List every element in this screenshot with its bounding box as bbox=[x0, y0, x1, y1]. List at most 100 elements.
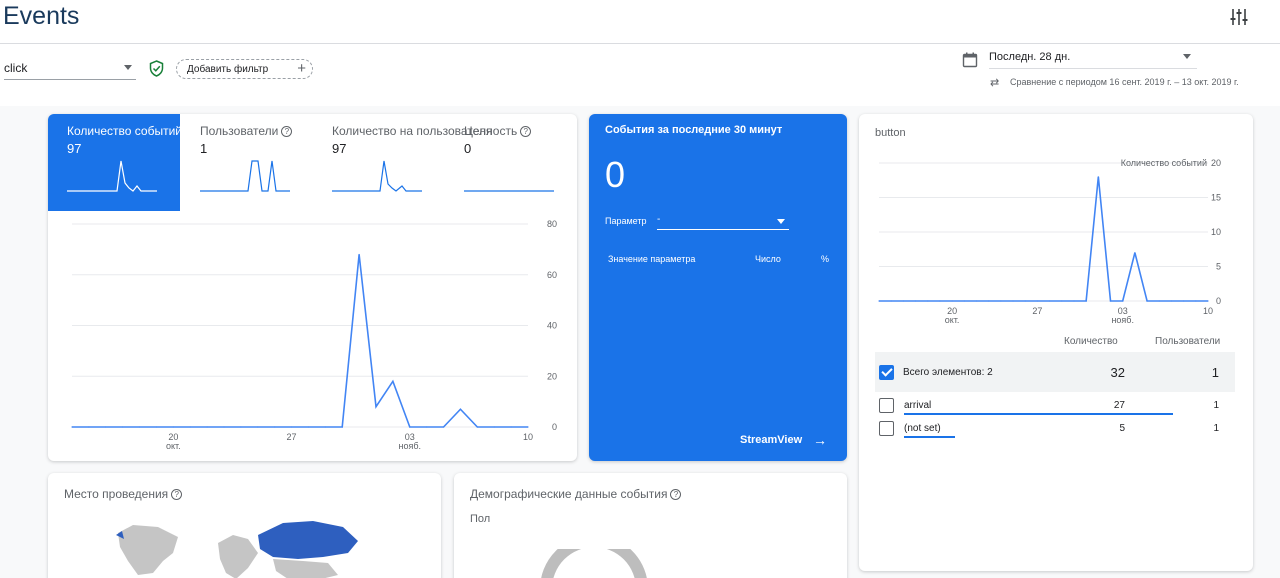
data-point bbox=[890, 300, 892, 302]
tune-icon[interactable] bbox=[1230, 8, 1248, 26]
realtime-col-pct: % bbox=[821, 254, 830, 264]
data-point bbox=[1036, 300, 1039, 302]
compare-arrows-icon: ⇄ bbox=[990, 77, 1000, 89]
tab-users[interactable]: Пользователи? 1 bbox=[181, 114, 313, 211]
chevron-down-icon bbox=[777, 219, 785, 224]
help-icon[interactable]: ? bbox=[670, 489, 682, 500]
x-tick-month-label: окт. bbox=[166, 441, 181, 451]
data-point bbox=[341, 426, 343, 428]
shield-check-icon[interactable] bbox=[149, 60, 164, 77]
data-point bbox=[914, 300, 917, 302]
realtime-col-value: Значение параметра bbox=[608, 254, 696, 264]
x-tick-label: 10 bbox=[1203, 306, 1213, 316]
data-point bbox=[122, 426, 124, 428]
realtime-param-select[interactable]: - bbox=[657, 214, 789, 230]
data-point bbox=[1183, 300, 1185, 302]
data-point bbox=[206, 426, 208, 428]
event-select-value: click bbox=[4, 61, 28, 75]
event-select[interactable]: click bbox=[4, 58, 136, 80]
demographics-title: Демографические данные события? bbox=[470, 487, 682, 501]
metric-label: Количество событий bbox=[67, 124, 180, 138]
calendar-icon[interactable] bbox=[962, 52, 978, 68]
realtime-param-label: Параметр bbox=[605, 216, 647, 226]
data-point bbox=[1195, 300, 1197, 302]
y-tick-label: 40 bbox=[547, 321, 557, 331]
y-tick-label: 80 bbox=[547, 219, 557, 229]
data-point bbox=[105, 426, 107, 428]
y-tick-label: 20 bbox=[1211, 158, 1221, 168]
help-icon[interactable]: ? bbox=[171, 489, 183, 500]
app-header: Events bbox=[0, 0, 1280, 44]
data-point bbox=[975, 300, 978, 302]
row-label: arrival bbox=[904, 400, 932, 411]
data-point bbox=[375, 406, 377, 408]
data-point bbox=[1170, 300, 1173, 302]
y-tick-label: 5 bbox=[1216, 262, 1221, 272]
total-checkbox[interactable] bbox=[879, 365, 894, 380]
metric-value: 97 bbox=[332, 141, 347, 156]
world-map bbox=[116, 521, 358, 578]
gender-donut bbox=[541, 549, 647, 578]
data-point bbox=[71, 426, 73, 428]
x-tick-month-label: окт. bbox=[945, 315, 960, 325]
tab-value[interactable]: Ценность? 0 bbox=[445, 114, 577, 211]
col-count-header: Количество bbox=[1064, 336, 1118, 347]
location-title: Место проведения? bbox=[64, 487, 183, 501]
data-point bbox=[88, 426, 90, 428]
sparkline bbox=[332, 160, 422, 192]
total-label: Всего элементов: 2 bbox=[903, 367, 993, 378]
row-checkbox[interactable] bbox=[879, 398, 894, 413]
button-param-card: button 0 5 10 15 20 20 окт. 27 03 нояб. 10 Количест… bbox=[859, 114, 1253, 571]
event-count-chart: 02040608020окт.27 03нояб.10 bbox=[71, 219, 557, 451]
data-point bbox=[493, 426, 495, 428]
sparkline bbox=[67, 160, 157, 192]
sparkline bbox=[464, 190, 554, 192]
y-tick-label: 60 bbox=[547, 270, 557, 280]
demographics-card: Демографические данные события? Пол bbox=[454, 473, 847, 578]
location-card: Место проведения? bbox=[48, 473, 441, 578]
data-point bbox=[1000, 300, 1002, 302]
data-point bbox=[426, 426, 428, 428]
data-point bbox=[927, 300, 929, 302]
tab-event-count[interactable]: Количество событий 97 bbox=[48, 114, 180, 211]
data-point bbox=[138, 426, 141, 428]
demographics-title-text: Демографические данные события bbox=[470, 487, 668, 501]
data-point bbox=[527, 426, 529, 428]
realtime-title: События за последние 30 минут bbox=[605, 124, 783, 136]
data-point bbox=[290, 426, 293, 428]
plus-icon: + bbox=[297, 60, 306, 77]
x-tick-month-label: нояб. bbox=[399, 441, 422, 451]
add-filter-button[interactable]: Добавить фильтр + bbox=[176, 59, 313, 79]
data-point bbox=[459, 408, 462, 410]
data-point bbox=[1085, 300, 1087, 302]
data-point bbox=[358, 253, 360, 256]
data-point bbox=[1012, 300, 1014, 302]
data-point bbox=[1048, 300, 1051, 302]
data-point bbox=[240, 426, 242, 428]
x-tick-label: 27 bbox=[1032, 306, 1042, 316]
chevron-down-icon bbox=[1183, 54, 1191, 59]
data-point bbox=[988, 300, 990, 302]
chevron-down-icon bbox=[124, 65, 132, 70]
data-point bbox=[1097, 176, 1099, 178]
data-point bbox=[223, 426, 225, 428]
tab-count-per-user[interactable]: Количество на пользователя 97 bbox=[313, 114, 492, 211]
metric-value: 0 bbox=[464, 141, 472, 156]
help-icon[interactable]: ? bbox=[520, 126, 532, 137]
arrow-right-icon[interactable]: → bbox=[813, 432, 827, 448]
row-count: 5 bbox=[1119, 423, 1125, 434]
total-users: 1 bbox=[1211, 365, 1219, 380]
streamview-link[interactable]: StreamView bbox=[740, 434, 802, 446]
help-icon[interactable]: ? bbox=[281, 126, 293, 137]
date-range-select[interactable]: Последн. 28 дн. bbox=[989, 49, 1197, 69]
row-checkbox[interactable] bbox=[879, 421, 894, 436]
col-users-header: Пользователи bbox=[1155, 336, 1221, 347]
row-share-bar bbox=[904, 413, 1173, 415]
add-filter-label: Добавить фильтр bbox=[187, 64, 269, 75]
data-point bbox=[1122, 300, 1124, 302]
x-tick-month-label: нояб. bbox=[1111, 315, 1134, 325]
page-title: Events bbox=[3, 2, 80, 30]
data-point bbox=[939, 300, 941, 302]
data-point bbox=[392, 380, 394, 382]
y-tick-label: 15 bbox=[1211, 193, 1221, 203]
